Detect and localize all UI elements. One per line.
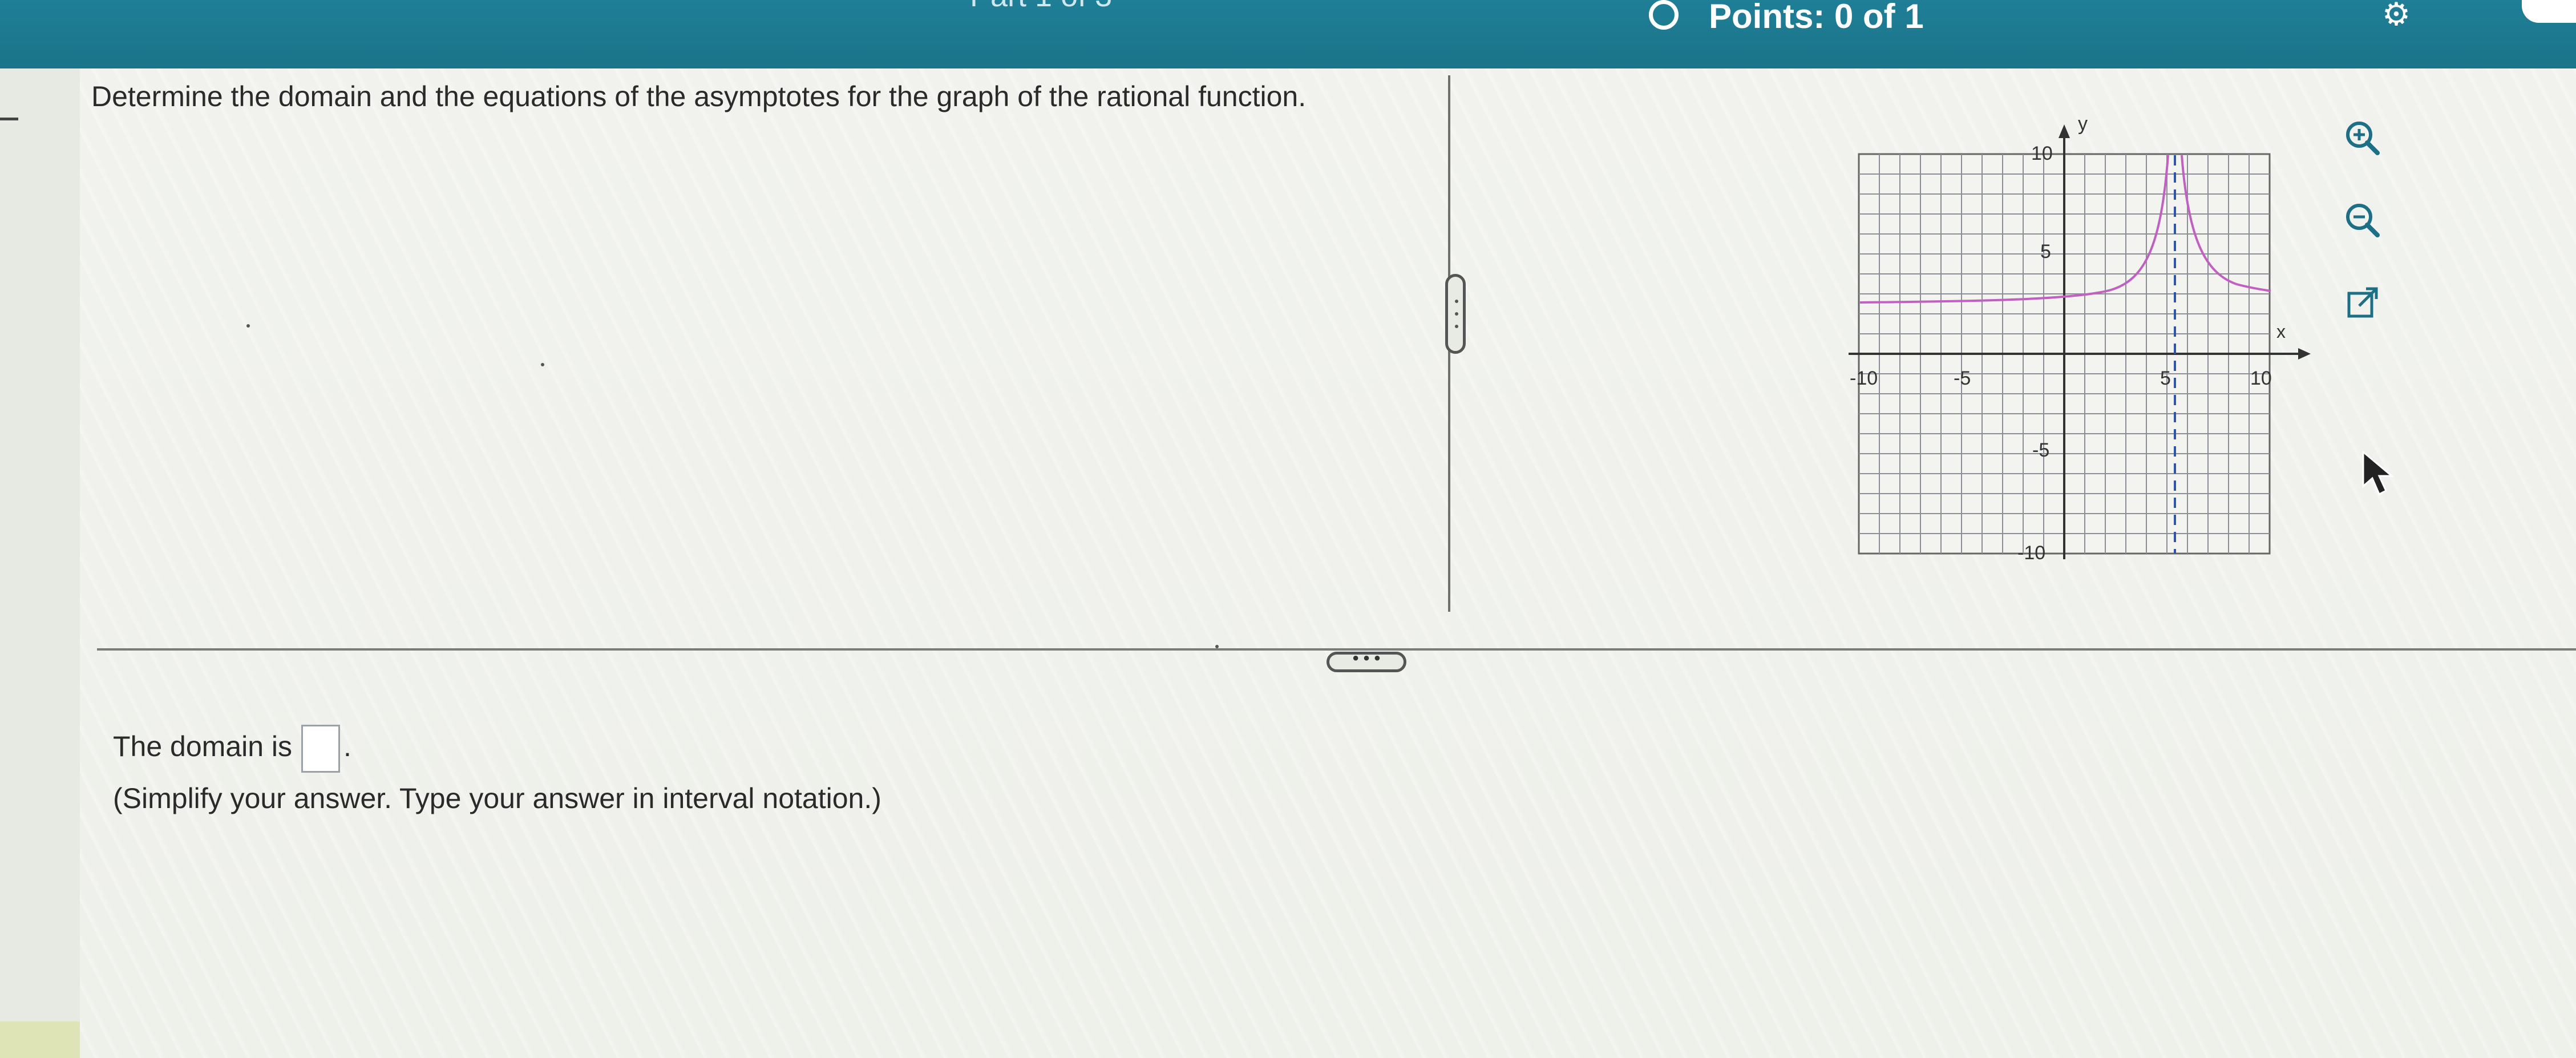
x-axis-label: x bbox=[2276, 321, 2286, 342]
zoom-in-icon[interactable] bbox=[2336, 112, 2388, 163]
x-tick-label: 10 bbox=[2250, 368, 2272, 389]
domain-answer-row: The domain is. bbox=[113, 725, 351, 773]
y-axis-label: y bbox=[2078, 113, 2088, 135]
x-tick-label: -10 bbox=[1850, 368, 1878, 389]
y-tick-label: -10 bbox=[2017, 542, 2045, 564]
mouse-cursor-icon bbox=[2362, 450, 2402, 505]
settings-icon[interactable]: ⚙ bbox=[2368, 0, 2425, 32]
external-link-icon[interactable] bbox=[2336, 277, 2388, 329]
zoom-out-icon[interactable] bbox=[2336, 194, 2388, 245]
speck bbox=[246, 324, 250, 328]
answer-hint: (Simplify your answer. Type your answer … bbox=[113, 782, 881, 814]
collapse-dash-icon[interactable] bbox=[0, 118, 18, 120]
y-axis-arrow bbox=[2059, 124, 2070, 138]
speck bbox=[541, 363, 544, 366]
domain-answer-input[interactable] bbox=[301, 725, 341, 773]
horizontal-splitter-handle[interactable]: • • • bbox=[1327, 650, 1406, 672]
left-gutter-footer bbox=[0, 1021, 80, 1058]
x-tick-label: -5 bbox=[1954, 368, 1971, 389]
vertical-splitter-handle[interactable] bbox=[1445, 274, 1466, 354]
x-axis-arrow bbox=[2298, 348, 2311, 360]
left-gutter bbox=[0, 68, 80, 1058]
points-status-icon bbox=[1649, 0, 1679, 30]
domain-prefix: The domain is bbox=[113, 730, 293, 763]
domain-suffix: . bbox=[343, 730, 351, 763]
top-bar: Part 1 of 3 Points: 0 of 1 ⚙ bbox=[0, 0, 2576, 68]
part-label: Part 1 of 3 bbox=[970, 0, 1112, 14]
question-text: Determine the domain and the equations o… bbox=[91, 80, 1307, 112]
top-right-panel bbox=[2522, 0, 2576, 23]
horizontal-divider bbox=[97, 648, 2576, 651]
y-tick-label: 5 bbox=[2040, 241, 2051, 263]
graph-svg: y x 10 5 -5 -10 -10 -5 5 10 bbox=[1849, 113, 2311, 564]
x-tick-label: 5 bbox=[2160, 368, 2171, 389]
graph: y x 10 5 -5 -10 -10 -5 5 10 bbox=[1837, 103, 2351, 588]
y-tick-label: -5 bbox=[2032, 439, 2049, 461]
points-label: Points: 0 of 1 bbox=[1709, 0, 1924, 35]
y-tick-label: 10 bbox=[2031, 143, 2053, 164]
